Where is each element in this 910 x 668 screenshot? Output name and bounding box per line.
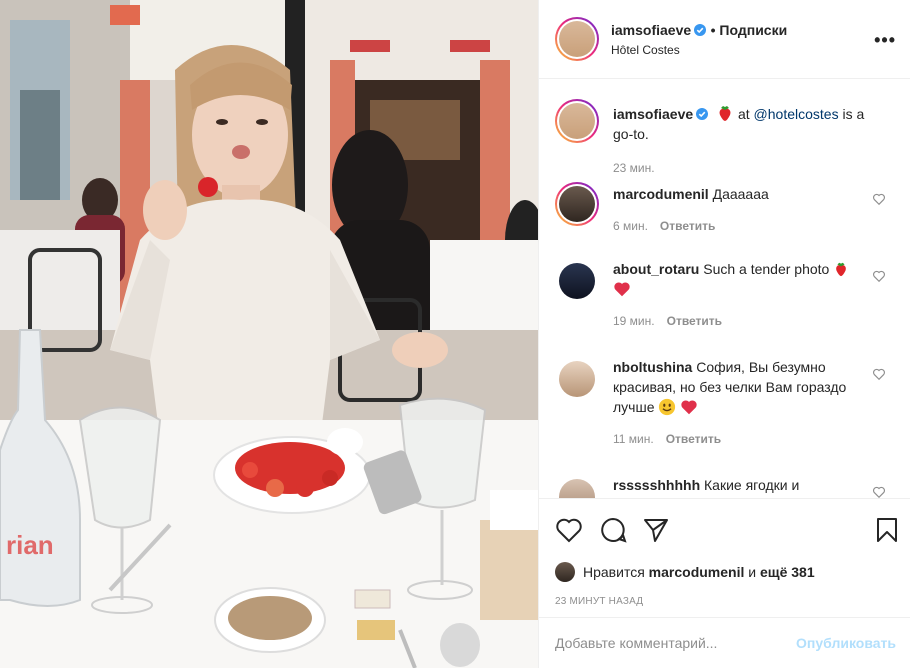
avatar	[559, 103, 595, 139]
reply-button[interactable]: Ответить	[666, 432, 721, 446]
comment-username[interactable]: marcodumenil	[613, 186, 709, 202]
comment-text: Such a tender photo	[703, 261, 830, 277]
publish-button[interactable]: Опубликовать	[796, 635, 896, 651]
photo-illustration	[0, 0, 538, 668]
like-comment-heart-icon[interactable]	[872, 192, 886, 206]
likes-count-button[interactable]: ещё 381	[760, 564, 815, 580]
reply-button[interactable]: Ответить	[660, 219, 715, 233]
comment-username[interactable]: nboltushina	[613, 359, 692, 375]
author-username[interactable]: iamsofiaeve	[611, 22, 691, 38]
caption-text-before: at	[737, 106, 750, 122]
verified-badge-icon	[694, 23, 707, 36]
post-actions-bar	[539, 498, 910, 560]
add-comment-bar: Добавьте комментарий... Опубликовать	[539, 617, 910, 668]
sparkling-heart-emoji-icon	[614, 282, 630, 297]
add-comment-input[interactable]: Добавьте комментарий...	[555, 635, 717, 651]
comment-item: rssssshhhhh Какие ягодки и	[555, 475, 894, 498]
comment-username[interactable]: rssssshhhhh	[613, 477, 700, 493]
post-side-panel: iamsofiaeve • Подписки Hôtel Costes ••• …	[538, 0, 910, 668]
instagram-post-modal: rian iamsofiaeve • Подписки Hôtel Costes…	[0, 0, 910, 668]
comment-time[interactable]: 6 мин.	[613, 219, 648, 233]
comment-item: marcodumenil Даааааа 6 мин. Ответить	[555, 182, 894, 236]
caption-username[interactable]: iamsofiaeve	[613, 106, 693, 122]
reply-button[interactable]: Ответить	[667, 314, 722, 328]
post-photo[interactable]: rian	[0, 0, 538, 668]
likes-summary: Нравится marcodumenil и ещё 381	[539, 560, 910, 584]
like-comment-heart-icon[interactable]	[872, 485, 886, 498]
caption-avatar-ring[interactable]	[555, 99, 599, 143]
strawberry-emoji-icon	[719, 106, 731, 121]
comment-text: Какие ягодки и	[704, 477, 800, 493]
post-header: iamsofiaeve • Подписки Hôtel Costes •••	[539, 0, 910, 79]
verified-badge-icon	[696, 108, 709, 120]
avatar[interactable]	[559, 361, 595, 397]
like-heart-icon[interactable]	[555, 517, 583, 543]
posted-time[interactable]: 23 минут назад	[539, 584, 910, 617]
comment-item: nboltushina София, Вы безумно красивая, …	[555, 357, 894, 449]
sparkling-heart-emoji-icon	[681, 400, 697, 415]
bottle-label: rian	[6, 530, 54, 560]
caption-time[interactable]: 23 мин.	[613, 158, 866, 178]
strawberry-emoji-icon	[836, 262, 847, 277]
more-options-icon[interactable]: •••	[874, 30, 896, 51]
likes-middle: и	[748, 564, 757, 580]
caption-mention-link[interactable]: @hotelcostes	[754, 106, 839, 122]
location-link[interactable]: Hôtel Costes	[611, 43, 787, 57]
avatar	[559, 186, 595, 222]
avatar	[559, 21, 595, 57]
likes-prefix: Нравится	[583, 564, 645, 580]
save-bookmark-icon[interactable]	[876, 517, 898, 548]
comments-list[interactable]: iamsofiaeve at @hotelcostes is a go-to. …	[539, 79, 910, 498]
commenter-avatar-ring[interactable]	[555, 182, 599, 226]
comment-bubble-icon[interactable]	[599, 517, 627, 543]
following-button[interactable]: • Подписки	[711, 22, 788, 38]
comment-item: about_rotaru Such a tender photo 19 мин.…	[555, 259, 894, 331]
share-paper-plane-icon[interactable]	[643, 517, 669, 543]
comment-text: Даааааа	[712, 186, 769, 202]
smiling-face-emoji-icon	[659, 398, 676, 416]
caption: iamsofiaeve at @hotelcostes is a go-to. …	[555, 99, 894, 178]
comment-username[interactable]: about_rotaru	[613, 261, 699, 277]
like-comment-heart-icon[interactable]	[872, 367, 886, 381]
comment-time[interactable]: 19 мин.	[613, 314, 655, 328]
avatar[interactable]	[559, 263, 595, 299]
like-comment-heart-icon[interactable]	[872, 269, 886, 283]
avatar[interactable]	[559, 479, 595, 498]
author-avatar-ring[interactable]	[555, 17, 599, 61]
liker-avatar[interactable]	[555, 562, 575, 582]
comment-time[interactable]: 11 мин.	[613, 432, 654, 446]
liker-username[interactable]: marcodumenil	[649, 564, 745, 580]
